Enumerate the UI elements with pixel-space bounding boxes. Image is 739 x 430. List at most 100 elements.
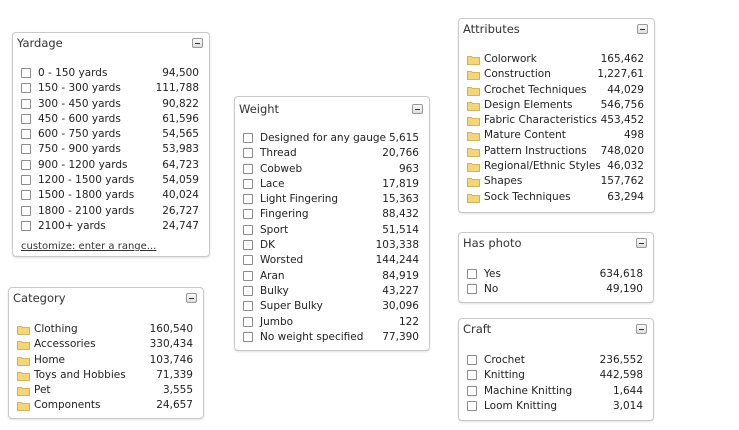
checkbox-icon[interactable] (21, 175, 31, 186)
filter-option[interactable]: 450 - 600 yards 61,596 (13, 112, 209, 127)
checkbox-icon[interactable] (467, 385, 477, 396)
option-label[interactable]: Shapes (484, 174, 522, 189)
collapse-minus-icon[interactable] (192, 38, 203, 48)
filter-option[interactable]: 750 - 900 yards 53,983 (13, 142, 209, 157)
checkbox-icon[interactable] (243, 301, 253, 312)
option-label[interactable]: Accessories (34, 337, 96, 352)
checkbox-icon[interactable] (467, 400, 477, 411)
option-label[interactable]: Sock Techniques (484, 190, 571, 205)
filter-option[interactable]: Crochet Techniques 44,029 (459, 83, 654, 98)
filter-option[interactable]: 1500 - 1800 yards 40,024 (13, 188, 209, 203)
collapse-minus-icon[interactable] (412, 104, 423, 114)
checkbox-icon[interactable] (467, 355, 477, 365)
filter-option[interactable]: Design Elements 546,756 (459, 98, 654, 113)
checkbox-icon[interactable] (21, 98, 31, 109)
checkbox-icon[interactable] (21, 190, 31, 201)
filter-option[interactable]: Light Fingering 15,363 (235, 192, 429, 207)
filter-option[interactable]: Cobweb 963 (235, 162, 429, 177)
option-label[interactable]: Fabric Characteristics (484, 113, 597, 128)
checkbox-icon[interactable] (243, 148, 253, 159)
filter-option[interactable]: Home 103,746 (9, 353, 203, 368)
filter-option[interactable]: Pattern Instructions 748,020 (459, 144, 654, 159)
checkbox-icon[interactable] (243, 331, 253, 342)
filter-option[interactable]: Components 24,657 (9, 398, 203, 413)
checkbox-icon[interactable] (21, 220, 31, 231)
filter-option[interactable]: Bulky 43,227 (235, 284, 429, 299)
option-label[interactable]: Regional/Ethnic Styles (484, 159, 601, 174)
filter-option[interactable]: Sock Techniques 63,294 (459, 190, 654, 205)
checkbox-icon[interactable] (243, 240, 253, 251)
filter-option[interactable]: 2100+ yards 24,747 (13, 219, 209, 234)
option-label[interactable]: Clothing (34, 322, 78, 337)
option-label[interactable]: Components (34, 398, 100, 413)
checkbox-icon[interactable] (243, 133, 253, 143)
filter-option[interactable]: Lace 17,819 (235, 177, 429, 192)
filter-option[interactable]: 600 - 750 yards 54,565 (13, 127, 209, 142)
checkbox-icon[interactable] (21, 159, 31, 170)
filter-option[interactable]: Pet 3,555 (9, 383, 203, 398)
checkbox-icon[interactable] (467, 269, 477, 279)
filter-option[interactable]: 900 - 1200 yards 64,723 (13, 158, 209, 173)
filter-option[interactable]: Accessories 330,434 (9, 337, 203, 352)
filter-option[interactable]: Fingering 88,432 (235, 207, 429, 222)
checkbox-icon[interactable] (243, 209, 253, 220)
collapse-minus-icon[interactable] (636, 238, 647, 248)
filter-option[interactable]: No weight specified 77,390 (235, 330, 429, 345)
filter-option[interactable]: Fabric Characteristics 453,452 (459, 113, 654, 128)
checkbox-icon[interactable] (467, 370, 477, 381)
option-label[interactable]: Design Elements (484, 98, 573, 113)
filter-option[interactable]: Colorwork 165,462 (459, 52, 654, 67)
filter-option[interactable]: No 49,190 (459, 282, 653, 297)
checkbox-icon[interactable] (243, 270, 253, 281)
checkbox-icon[interactable] (467, 284, 477, 295)
filter-option[interactable]: Shapes 157,762 (459, 174, 654, 189)
collapse-minus-icon[interactable] (186, 293, 197, 303)
checkbox-icon[interactable] (21, 144, 31, 155)
option-label[interactable]: Pattern Instructions (484, 144, 587, 159)
filter-option[interactable]: Mature Content 498 (459, 128, 654, 143)
collapse-minus-icon[interactable] (636, 324, 647, 334)
filter-option[interactable]: Construction 1,227,61 (459, 67, 654, 82)
filter-option[interactable]: Worsted 144,244 (235, 253, 429, 268)
option-label[interactable]: Construction (484, 67, 551, 82)
filter-option[interactable]: Sport 51,514 (235, 223, 429, 238)
option-label[interactable]: Crochet Techniques (484, 83, 587, 98)
checkbox-icon[interactable] (21, 83, 31, 94)
filter-option[interactable]: 0 - 150 yards 94,500 (13, 66, 209, 81)
checkbox-icon[interactable] (21, 205, 31, 216)
option-label[interactable]: Home (34, 353, 65, 368)
filter-option[interactable]: Crochet 236,552 (459, 353, 653, 368)
customize-range-link[interactable]: customize: enter a range... (21, 241, 156, 252)
filter-option[interactable]: Yes 634,618 (459, 267, 653, 282)
filter-option[interactable]: 1800 - 2100 yards 26,727 (13, 204, 209, 219)
filter-option[interactable]: Toys and Hobbies 71,339 (9, 368, 203, 383)
filter-option[interactable]: 1200 - 1500 yards 54,059 (13, 173, 209, 188)
filter-option[interactable]: Knitting 442,598 (459, 368, 653, 383)
filter-option[interactable]: DK 103,338 (235, 238, 429, 253)
filter-option[interactable]: 150 - 300 yards 111,788 (13, 81, 209, 96)
checkbox-icon[interactable] (243, 316, 253, 327)
filter-option[interactable]: 300 - 450 yards 90,822 (13, 97, 209, 112)
checkbox-icon[interactable] (21, 68, 31, 78)
option-label[interactable]: Pet (34, 383, 51, 398)
checkbox-icon[interactable] (21, 129, 31, 140)
filter-option[interactable]: Jumbo 122 (235, 315, 429, 330)
option-label[interactable]: Toys and Hobbies (34, 368, 126, 383)
checkbox-icon[interactable] (243, 194, 253, 205)
filter-option[interactable]: Regional/Ethnic Styles 46,032 (459, 159, 654, 174)
filter-option[interactable]: Loom Knitting 3,014 (459, 399, 653, 414)
filter-option[interactable]: Designed for any gauge 5,615 (235, 131, 429, 146)
checkbox-icon[interactable] (21, 113, 31, 124)
filter-option[interactable]: Thread 20,766 (235, 146, 429, 161)
filter-option[interactable]: Super Bulky 30,096 (235, 299, 429, 314)
filter-option[interactable]: Clothing 160,540 (9, 322, 203, 337)
filter-option[interactable]: Machine Knitting 1,644 (459, 384, 653, 399)
checkbox-icon[interactable] (243, 285, 253, 296)
checkbox-icon[interactable] (243, 224, 253, 235)
checkbox-icon[interactable] (243, 255, 253, 266)
option-label[interactable]: Mature Content (484, 128, 566, 143)
option-label[interactable]: Colorwork (484, 52, 537, 67)
collapse-minus-icon[interactable] (637, 24, 648, 34)
filter-option[interactable]: Aran 84,919 (235, 269, 429, 284)
checkbox-icon[interactable] (243, 163, 253, 174)
